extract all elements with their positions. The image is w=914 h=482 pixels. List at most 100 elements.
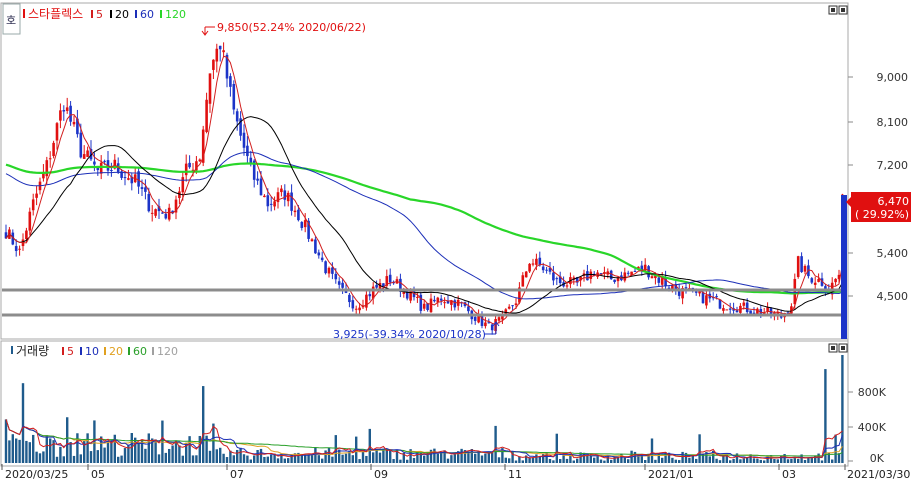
volume-bar (769, 455, 773, 463)
volume-bar (440, 451, 443, 463)
vol-legend-20: 20 (109, 345, 123, 358)
last-price-value: 6,470 (878, 195, 910, 208)
candle-body (793, 278, 797, 305)
volume-bar (375, 450, 378, 463)
candle-body (803, 266, 807, 272)
volume-bar (198, 435, 201, 463)
candle-body (416, 296, 419, 298)
volume-bar (263, 456, 266, 463)
volume-bar (732, 458, 735, 463)
candle-body (52, 142, 55, 157)
volume-bar (256, 449, 259, 463)
volume-bar (351, 455, 354, 463)
candle-body (82, 154, 86, 159)
volume-bar (810, 457, 813, 463)
volume-bar (565, 458, 569, 463)
volume-bar (341, 454, 344, 463)
last-price-change: ( 29.92%) (855, 208, 909, 221)
volume-bar (69, 442, 72, 463)
candle-body (178, 191, 181, 199)
volume-bar (807, 458, 810, 463)
candle-body (354, 308, 358, 310)
volume-bar (134, 437, 137, 463)
candle-body (484, 322, 487, 327)
volume-bar (572, 460, 575, 463)
volume-bar (225, 457, 229, 463)
vol-legend-5: 5 (67, 345, 74, 358)
candle-body (694, 291, 698, 293)
volume-bar (392, 459, 395, 463)
candle-body (181, 177, 185, 193)
volume-bar (229, 450, 232, 463)
volume-bar (45, 435, 48, 463)
volume-bar (28, 442, 31, 463)
candle-body (749, 310, 752, 314)
volume-bar (820, 460, 824, 463)
candle-body (633, 270, 637, 272)
candle-body (283, 190, 287, 200)
volume-bar (79, 454, 82, 463)
ma-legend-5: 5 (96, 8, 103, 21)
volume-bar (72, 455, 76, 463)
volume-bar (202, 386, 205, 463)
x-axis-label: 11 (508, 468, 522, 481)
candle-body (140, 187, 144, 189)
volume-bar (283, 458, 286, 463)
candle-body (443, 302, 446, 304)
volume-bar (613, 456, 616, 463)
volume-bar (671, 457, 674, 463)
volume-bar (382, 448, 385, 463)
candle-body (164, 213, 168, 219)
volume-bar (117, 456, 120, 463)
candle-body (422, 303, 426, 309)
candle-body (150, 212, 154, 214)
volume-bar (470, 449, 473, 463)
candle-body (586, 271, 589, 281)
candle-body (154, 209, 157, 216)
candle-body (766, 307, 769, 312)
x-axis-label: 2021/01 (648, 468, 694, 481)
volume-bar (633, 451, 637, 463)
x-axis-label: 2021/03/30 (847, 468, 910, 481)
candle-body (242, 132, 246, 148)
volume-bar (423, 455, 426, 463)
volume-bar (32, 434, 35, 463)
candle-body (212, 59, 215, 70)
high-annotation: 9,850(52.24% 2020/06/22) (217, 21, 366, 34)
candle-body (657, 277, 661, 283)
volume-bar (25, 440, 28, 463)
volume-bar (181, 455, 184, 463)
volume-bar (365, 455, 368, 463)
volume-bar (644, 460, 647, 463)
candle-body (718, 299, 722, 309)
volume-bar (338, 449, 341, 463)
volume-bar (4, 419, 8, 463)
volume-bar (236, 449, 239, 463)
candle-body (266, 195, 270, 207)
candle-body (439, 298, 443, 301)
candle-body (722, 308, 725, 311)
x-axis-label: 03 (782, 468, 796, 481)
volume-bar (178, 445, 181, 463)
candle-body (796, 256, 800, 277)
x-axis-label: 05 (91, 468, 105, 481)
ma-legend-120: 120 (165, 8, 186, 21)
volume-bar (678, 460, 681, 463)
volume-bar (96, 450, 99, 463)
x-axis-label: 07 (230, 468, 244, 481)
candle-body (18, 248, 21, 250)
candle-body (735, 310, 739, 313)
volume-bar (270, 454, 273, 463)
candle-body (348, 294, 351, 303)
candle-body (110, 170, 113, 172)
volume-bar (59, 446, 62, 463)
candle-body (701, 292, 705, 304)
candle-body (72, 121, 76, 125)
volume-bar (106, 441, 110, 463)
volume-bar (324, 450, 327, 463)
volume-bar (834, 434, 837, 463)
volume-tick-label: 800K (858, 386, 887, 399)
candle-body (514, 303, 518, 306)
candle-body (28, 211, 32, 231)
volume-bar (113, 434, 116, 463)
